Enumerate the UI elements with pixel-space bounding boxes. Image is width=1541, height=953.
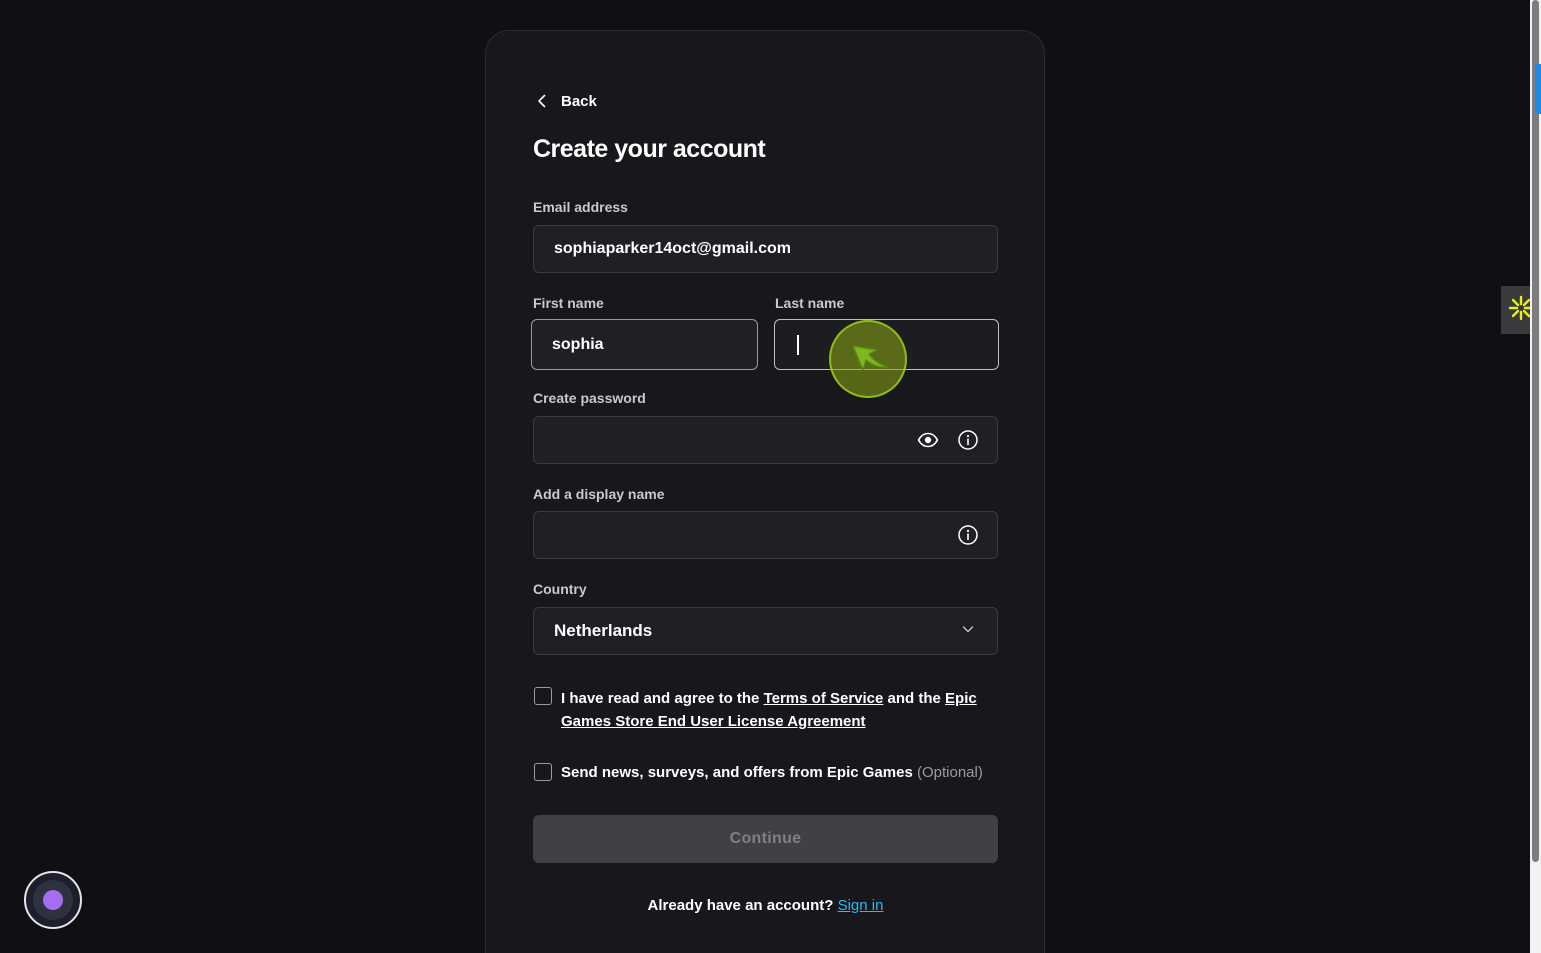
country-value: Netherlands (554, 621, 653, 640)
email-field[interactable]: sophiaparker14oct@gmail.com (533, 225, 998, 273)
first-name-value: sophia (552, 335, 604, 353)
signin-link[interactable]: Sign in (838, 897, 884, 914)
signin-prompt: Already have an account? (647, 897, 834, 914)
country-label: Country (533, 581, 587, 597)
page: Back Create your account Email address s… (0, 0, 1541, 953)
assistant-orb-dot (43, 890, 63, 910)
text-caret (797, 334, 799, 355)
marketing-checkbox[interactable] (534, 763, 552, 781)
email-value: sophiaparker14oct@gmail.com (554, 240, 792, 257)
password-label: Create password (533, 390, 646, 406)
display-name-field[interactable] (533, 511, 998, 559)
password-field[interactable] (533, 416, 998, 464)
terms-text: I have read and agree to the Terms of Se… (561, 687, 981, 733)
country-select[interactable]: Netherlands (533, 607, 998, 655)
assistant-orb-icon[interactable] (24, 871, 82, 929)
scrollbar-thumb[interactable] (1532, 0, 1539, 862)
marketing-label: Send news, surveys, and offers from Epic… (561, 764, 913, 781)
scrollbar-accent (1535, 64, 1541, 114)
last-name-field[interactable] (774, 319, 999, 370)
email-label: Email address (533, 199, 628, 215)
assistant-orb-inner (33, 880, 73, 920)
chevron-left-icon (533, 92, 551, 110)
signin-row: Already have an account? Sign in (533, 897, 998, 914)
first-name-field[interactable]: sophia (531, 319, 758, 370)
info-icon[interactable] (957, 524, 979, 546)
back-label: Back (561, 92, 597, 110)
last-name-label: Last name (775, 295, 845, 311)
continue-button[interactable]: Continue (533, 815, 998, 863)
first-name-label: First name (533, 295, 604, 311)
back-button[interactable]: Back (533, 88, 597, 114)
marketing-text: Send news, surveys, and offers from Epic… (561, 761, 983, 784)
terms-middle: and the (883, 690, 946, 707)
info-icon[interactable] (957, 429, 979, 451)
chevron-down-icon (961, 621, 975, 641)
terms-checkbox[interactable] (534, 687, 552, 705)
terms-prefix: I have read and agree to the (561, 690, 764, 707)
optional-label: (Optional) (916, 764, 983, 781)
terms-of-service-link[interactable]: Terms of Service (764, 690, 884, 707)
page-title: Create your account (533, 135, 766, 163)
display-name-label: Add a display name (533, 486, 665, 502)
eye-icon[interactable] (917, 429, 939, 451)
